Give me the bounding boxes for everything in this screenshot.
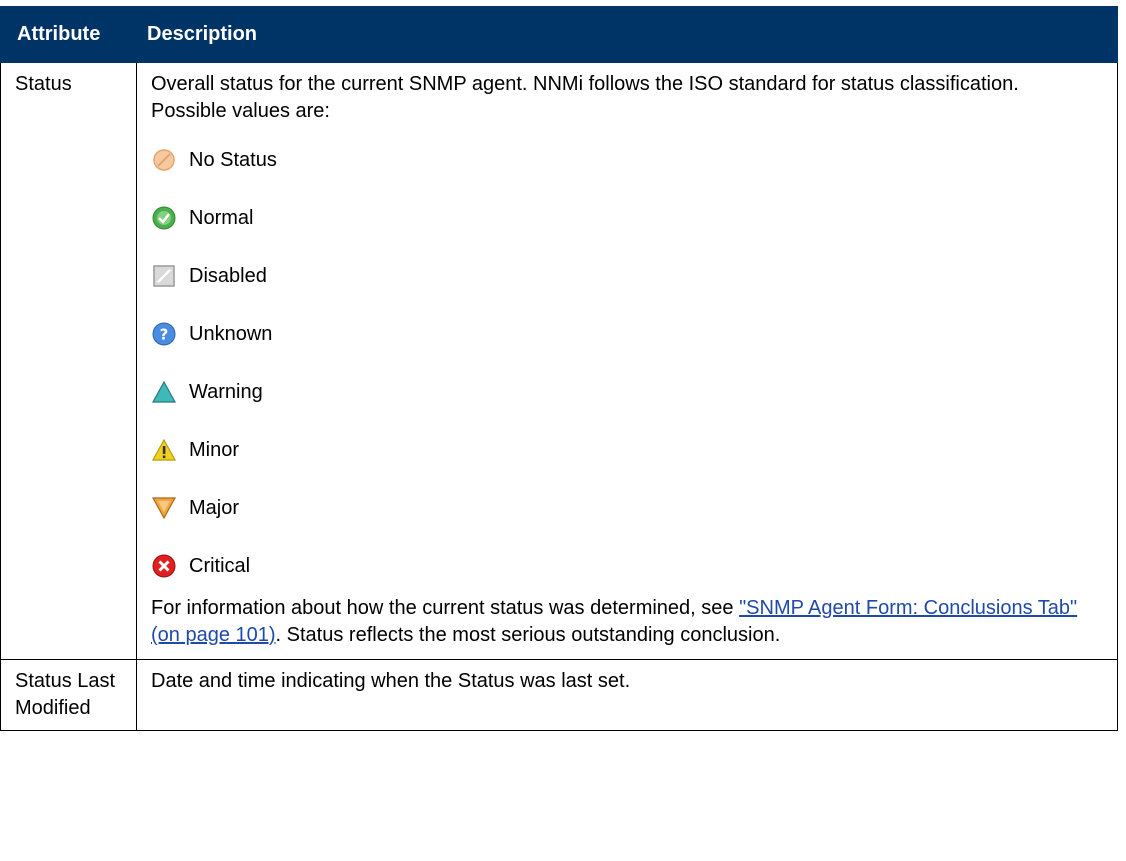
attribute-cell: Status	[0, 62, 137, 660]
warning-icon	[151, 379, 177, 405]
status-item-minor: Minor	[151, 421, 1097, 479]
header-attribute: Attribute	[0, 6, 137, 63]
status-label: Unknown	[189, 322, 273, 345]
status-label: Critical	[189, 554, 251, 577]
status-item-disabled: Disabled	[151, 247, 1097, 305]
critical-icon	[151, 553, 177, 579]
table-row: Status Overall status for the current SN…	[0, 62, 1118, 660]
status-item-major: Major	[151, 479, 1097, 537]
no-status-icon	[151, 147, 177, 173]
minor-icon	[151, 437, 177, 463]
status-info: For information about how the current st…	[151, 595, 1097, 649]
info-suffix: . Status reflects the most serious outst…	[275, 624, 781, 646]
description-cell: Date and time indicating when the Status…	[136, 659, 1118, 731]
normal-icon	[151, 205, 177, 231]
header-description: Description	[136, 6, 1118, 63]
attributes-table: Attribute Description Status Overall sta…	[0, 6, 1118, 731]
status-label: Minor	[189, 438, 240, 461]
attribute-cell: Status Last Modified	[0, 659, 137, 731]
status-label: Disabled	[189, 264, 267, 287]
status-label: Major	[189, 496, 240, 519]
status-label: No Status	[189, 148, 277, 171]
table-row: Status Last Modified Date and time indic…	[0, 659, 1118, 731]
status-item-unknown: ? Unknown	[151, 305, 1097, 363]
description-cell: Overall status for the current SNMP agen…	[136, 62, 1118, 660]
status-item-warning: Warning	[151, 363, 1097, 421]
status-item-no-status: No Status	[151, 131, 1097, 189]
major-icon	[151, 495, 177, 521]
svg-text:?: ?	[160, 326, 169, 344]
info-prefix: For information about how the current st…	[151, 597, 740, 619]
status-intro: Overall status for the current SNMP agen…	[151, 73, 1019, 122]
status-label: Warning	[189, 380, 263, 403]
status-item-normal: Normal	[151, 189, 1097, 247]
status-label: Normal	[189, 206, 254, 229]
status-item-critical: Critical	[151, 537, 1097, 595]
unknown-icon: ?	[151, 321, 177, 347]
table-header-row: Attribute Description	[0, 6, 1118, 63]
disabled-icon	[151, 263, 177, 289]
